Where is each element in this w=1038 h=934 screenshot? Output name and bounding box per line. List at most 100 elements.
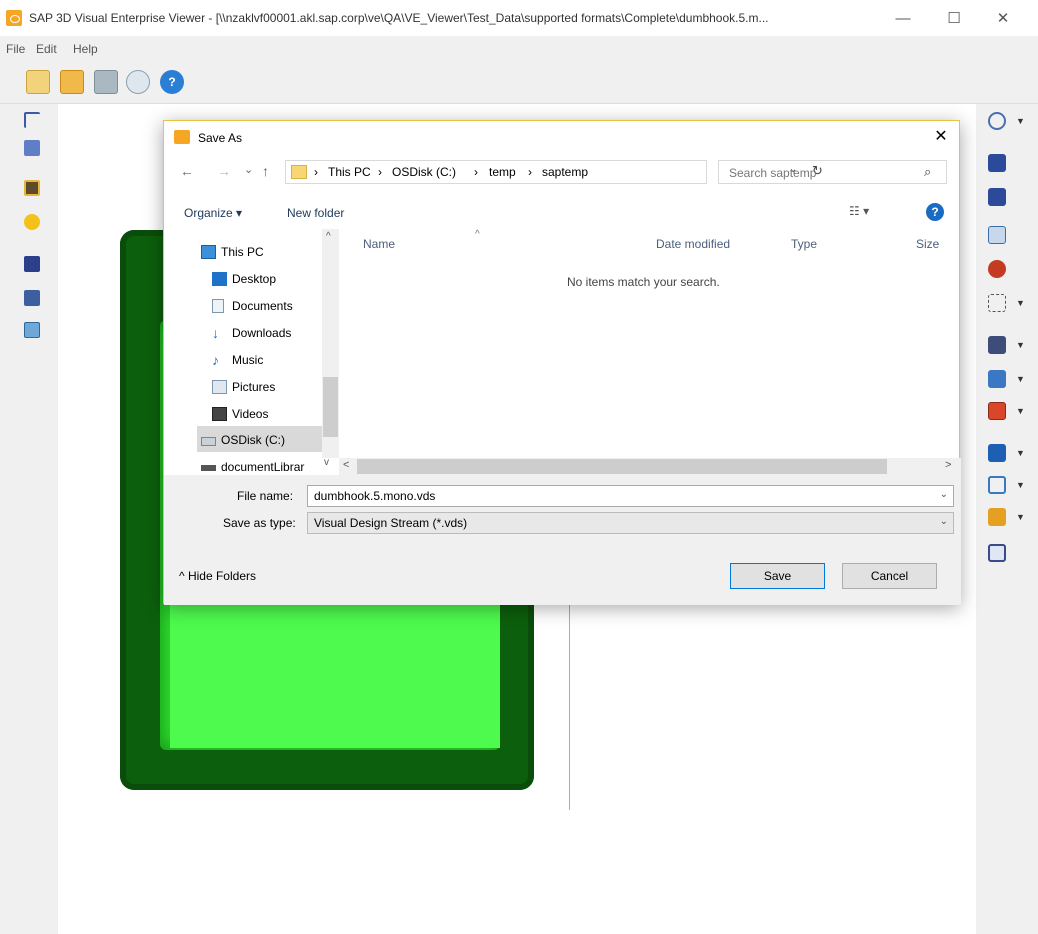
scroll-left-icon[interactable]: <	[343, 459, 349, 471]
nav-item-label: Downloads	[232, 326, 292, 340]
menu-edit[interactable]: Edit	[36, 42, 57, 56]
save-button[interactable]: Save	[730, 563, 825, 589]
address-bar[interactable]: › This PC › OSDisk (C:) › temp › saptemp…	[285, 160, 823, 184]
section-dropdown-icon[interactable]: ▼	[1016, 340, 1025, 350]
nav-item-label: Pictures	[232, 380, 276, 394]
zoom-window-icon[interactable]	[988, 294, 1006, 312]
zoom-window-dropdown-icon[interactable]: ▼	[1016, 298, 1025, 308]
dialog-close-button[interactable]: ✕	[928, 125, 954, 149]
deselect-icon[interactable]	[988, 188, 1006, 206]
column-date-modified[interactable]: Date modified	[656, 237, 730, 251]
minimize-button[interactable]: —	[880, 6, 926, 32]
lighting-dropdown-icon[interactable]: ▼	[1016, 512, 1025, 522]
rotate-dropdown-icon[interactable]: ▼	[1016, 116, 1025, 126]
downloads-icon: ↓	[212, 325, 219, 341]
column-type[interactable]: Type	[791, 237, 817, 251]
main-toolbar: ?	[0, 64, 1038, 104]
section-icon[interactable]	[988, 336, 1006, 354]
view-icon[interactable]	[24, 256, 40, 272]
desktop-icon	[212, 272, 227, 286]
explode-icon[interactable]	[988, 370, 1006, 388]
search-input[interactable]: Search saptemp ⌕	[718, 160, 947, 184]
maximize-button[interactable]: ☐	[931, 6, 977, 32]
dialog-title: Save As	[198, 131, 243, 145]
app-title-bar: SAP 3D Visual Enterprise Viewer - [\\nza…	[0, 0, 1038, 36]
horizontal-scrollbar-thumb[interactable]	[357, 459, 887, 474]
nav-scrollbar-thumb[interactable]	[323, 377, 338, 437]
lighting-icon[interactable]	[988, 508, 1006, 526]
file-name-field[interactable]: dumbhook.5.mono.vds ⌄	[307, 485, 954, 507]
nav-item-label: Videos	[232, 407, 269, 421]
menu-help[interactable]: Help	[73, 42, 98, 56]
new-folder-button[interactable]: New folder	[287, 206, 344, 220]
view-options-button[interactable]: ☷ ▾	[849, 204, 869, 218]
home-view-icon[interactable]	[988, 260, 1006, 278]
zoom-selected-icon[interactable]	[988, 226, 1006, 244]
recent-locations-button[interactable]: ⌄	[244, 163, 253, 176]
empty-message: No items match your search.	[567, 275, 720, 289]
column-size[interactable]: Size	[916, 237, 939, 251]
steps-icon[interactable]	[24, 180, 40, 196]
email-icon[interactable]	[126, 70, 150, 94]
render-wire-dropdown-icon[interactable]: ▼	[1016, 480, 1025, 490]
scroll-right-icon[interactable]: >	[945, 459, 951, 471]
forward-button[interactable]: →	[217, 163, 231, 179]
print-icon[interactable]	[94, 70, 118, 94]
dialog-help-icon[interactable]: ?	[926, 203, 944, 221]
hide-folders-button[interactable]: ^ Hide Folders	[179, 569, 256, 583]
scene-tree-icon[interactable]	[24, 112, 40, 128]
dialog-bottom-panel: File name: dumbhook.5.mono.vds ⌄ Save as…	[164, 475, 961, 605]
open-icon[interactable]	[26, 70, 50, 94]
search-icon[interactable]: ⌕	[924, 164, 931, 180]
file-list[interactable]: Name ^ Date modified Type Size No items …	[339, 229, 961, 458]
documents-icon	[212, 299, 224, 313]
right-tool-strip: ▼ ▼ ▼ ▼ ▼ ▼ ▼ ▼	[976, 104, 1038, 934]
left-tool-strip	[0, 104, 58, 934]
fullscreen-icon[interactable]	[988, 544, 1006, 562]
render-wire-icon[interactable]	[988, 476, 1006, 494]
dialog-app-icon	[174, 130, 190, 144]
bounding-box-icon[interactable]	[988, 402, 1006, 420]
camera-icon[interactable]	[24, 290, 40, 306]
nav-item-label: Desktop	[232, 272, 277, 286]
nav-item-label: This PC	[221, 245, 264, 259]
save-type-dropdown-icon[interactable]: ⌄	[940, 516, 948, 527]
cancel-button[interactable]: Cancel	[842, 563, 937, 589]
videos-icon	[212, 407, 227, 421]
help-icon[interactable]: ?	[160, 70, 184, 94]
close-button[interactable]: ✕	[980, 6, 1026, 32]
app-title: SAP 3D Visual Enterprise Viewer - [\\nza…	[29, 11, 769, 25]
crumb-saptemp[interactable]: saptemp	[542, 165, 588, 179]
horizontal-scrollbar[interactable]: < >	[339, 458, 961, 475]
file-name-label: File name:	[237, 489, 294, 503]
sort-indicator-icon: ^	[475, 229, 480, 240]
crumb-separator: ›	[314, 165, 318, 179]
select-icon[interactable]	[988, 154, 1006, 172]
rotate-icon[interactable]	[988, 112, 1006, 130]
crumb-separator: ›	[474, 165, 478, 179]
axis-line	[569, 605, 570, 810]
menu-file[interactable]: File	[6, 42, 25, 56]
nav-item-this-pc[interactable]: This PC	[201, 242, 338, 264]
nav-scroll-up-icon[interactable]: ^	[326, 231, 331, 242]
nav-scroll-down-icon[interactable]: v	[324, 457, 329, 468]
save-icon[interactable]	[60, 70, 84, 94]
crumb-this-pc[interactable]: This PC	[328, 165, 371, 179]
organize-button[interactable]: Organize ▾	[184, 206, 242, 220]
folder-icon	[291, 165, 307, 179]
bounding-box-dropdown-icon[interactable]: ▼	[1016, 406, 1025, 416]
crumb-temp[interactable]: temp	[489, 165, 516, 179]
column-name[interactable]: Name	[363, 237, 395, 251]
render-solid-dropdown-icon[interactable]: ▼	[1016, 448, 1025, 458]
file-name-dropdown-icon[interactable]: ⌄	[940, 489, 948, 500]
crumb-osdisk[interactable]: OSDisk (C:)	[392, 165, 456, 179]
explode-dropdown-icon[interactable]: ▼	[1016, 374, 1025, 384]
render-solid-icon[interactable]	[988, 444, 1006, 462]
back-button[interactable]: ←	[180, 163, 194, 179]
markup-icon[interactable]	[24, 322, 40, 338]
model-icon[interactable]	[24, 140, 40, 156]
up-button[interactable]: ↑	[262, 163, 269, 179]
save-type-select[interactable]: Visual Design Stream (*.vds) ⌄	[307, 512, 954, 534]
comment-icon[interactable]	[24, 214, 40, 230]
nav-item-osdisk[interactable]: OSDisk (C:)	[201, 430, 338, 452]
